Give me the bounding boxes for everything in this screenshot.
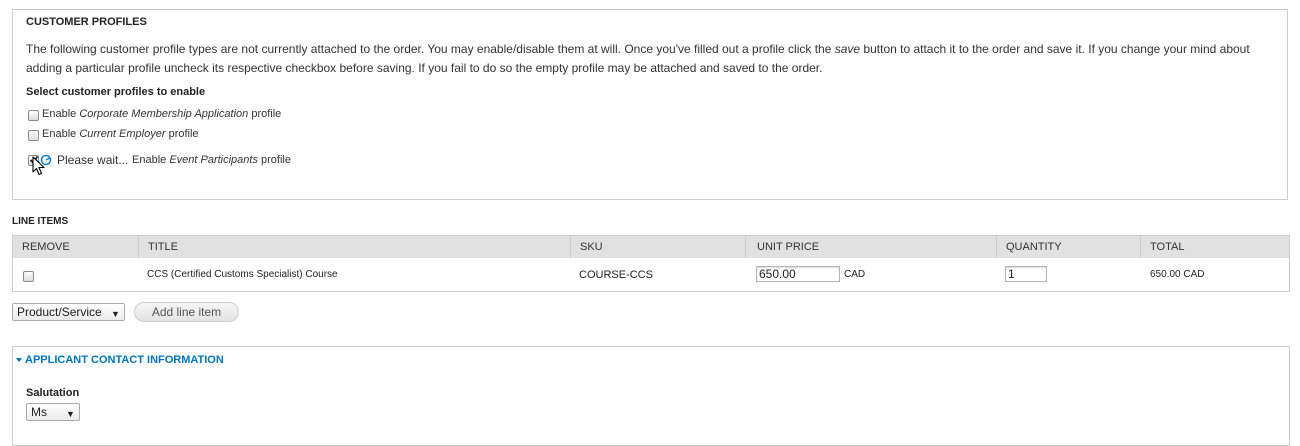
applicant-contact-legend-toggle[interactable]: APPLICANT CONTACT INFORMATION (16, 354, 224, 366)
quantity-input[interactable]: 1 (1005, 266, 1047, 282)
description-text: The following customer profile types are… (26, 42, 835, 56)
select-profiles-label: Select customer profiles to enable (26, 86, 206, 98)
option-label-corporate-membership: Enable Corporate Membership Application … (42, 108, 282, 120)
salutation-select[interactable]: Ms ▼ (26, 403, 80, 421)
remove-line-item-checkbox[interactable] (23, 271, 34, 282)
header-divider (996, 236, 997, 258)
salutation-value: Ms (31, 405, 47, 419)
column-header-total: TOTAL (1150, 241, 1185, 253)
unit-price-currency: CAD (844, 269, 866, 280)
line-item-total: 650.00 CAD (1150, 269, 1205, 280)
column-header-quantity: QUANTITY (1006, 241, 1062, 253)
add-line-item-button[interactable]: Add line item (134, 302, 239, 322)
column-header-title: TITLE (148, 241, 178, 253)
dropdown-arrow-icon: ▼ (66, 409, 75, 419)
please-wait-text: Please wait... (57, 153, 129, 167)
mouse-cursor-icon (32, 156, 45, 176)
header-divider (1140, 236, 1141, 258)
line-item-sku: COURSE-CCS (579, 269, 653, 281)
applicant-contact-legend-text: APPLICANT CONTACT INFORMATION (25, 354, 224, 366)
checkbox-corporate-membership[interactable] (28, 110, 39, 121)
header-divider (570, 236, 571, 258)
customer-profiles-description: The following customer profile types are… (26, 40, 1276, 77)
option-label-event-participants: Enable Event Participants profile (132, 154, 291, 166)
option-label-current-employer: Enable Current Employer profile (42, 128, 199, 140)
customer-profiles-title: CUSTOMER PROFILES (26, 16, 147, 28)
salutation-label: Salutation (26, 387, 80, 399)
dropdown-arrow-icon: ▼ (111, 309, 120, 319)
line-item-type-select[interactable]: Product/Service ▼ (12, 303, 125, 321)
column-header-remove: REMOVE (22, 241, 70, 253)
column-header-unit-price: UNIT PRICE (757, 241, 820, 253)
collapse-triangle-icon (16, 358, 22, 363)
line-item-type-value: Product/Service (17, 305, 102, 319)
customer-profiles-fieldset (12, 9, 1288, 200)
line-items-title: LINE ITEMS (12, 216, 69, 227)
description-save-emphasis: save (834, 42, 861, 56)
line-item-title: CCS (Certified Customs Specialist) Cours… (147, 269, 338, 280)
checkbox-current-employer[interactable] (28, 130, 39, 141)
line-items-header-row (13, 236, 1289, 258)
header-divider (745, 236, 746, 258)
header-divider (138, 236, 139, 258)
unit-price-input[interactable]: 650.00 (756, 266, 840, 282)
column-header-sku: SKU (580, 241, 603, 253)
